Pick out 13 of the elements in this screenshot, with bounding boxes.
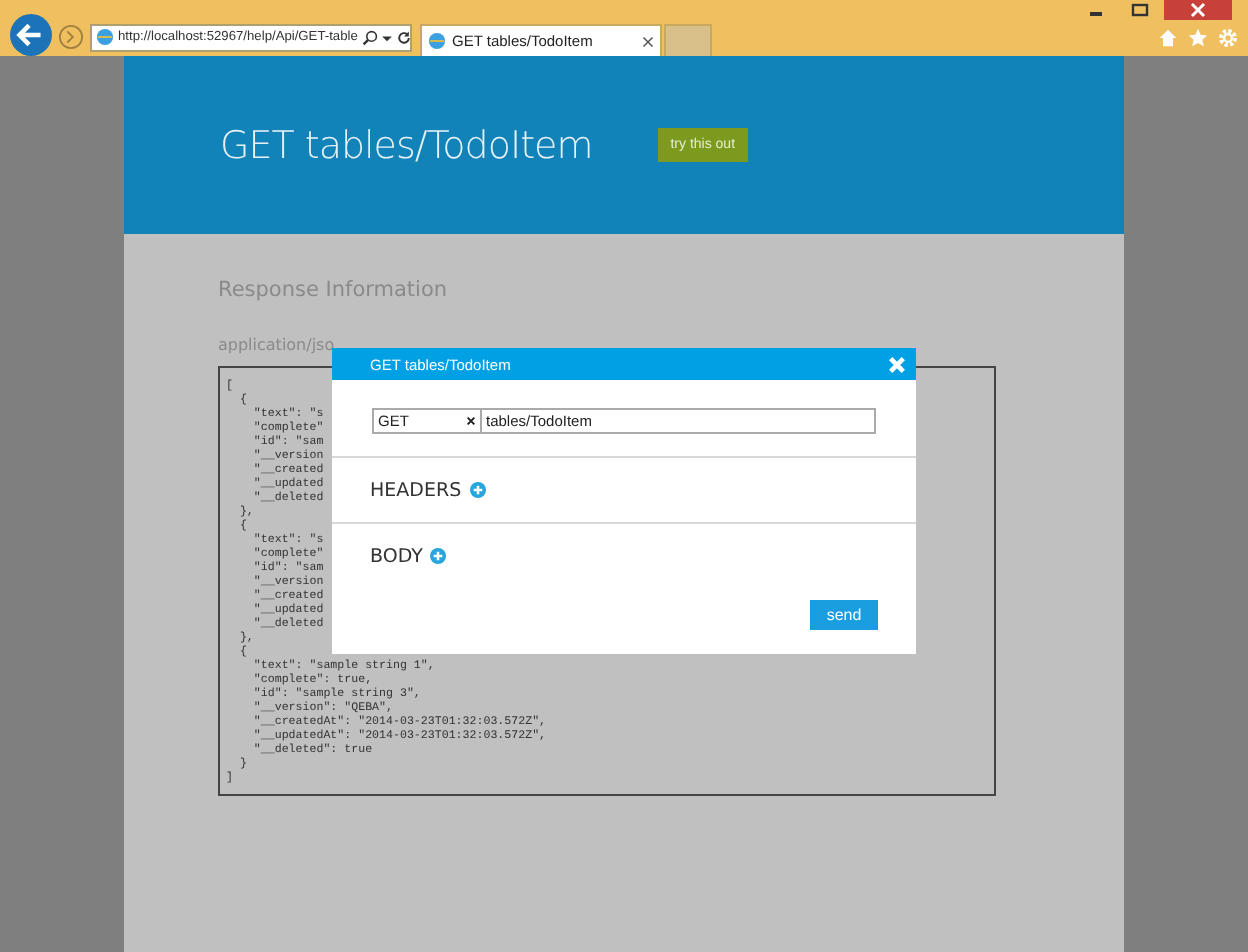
search-icon[interactable] bbox=[361, 29, 378, 45]
close-icon[interactable] bbox=[1164, 0, 1232, 20]
section-label: HEADERS bbox=[370, 479, 462, 501]
back-icon[interactable] bbox=[10, 13, 52, 55]
star-icon[interactable] bbox=[1188, 27, 1208, 47]
add-icon[interactable] bbox=[430, 548, 447, 564]
globe-icon bbox=[428, 32, 446, 50]
close-icon[interactable] bbox=[642, 35, 654, 47]
page-title: GET tables/TodoItem bbox=[220, 123, 593, 167]
refresh-icon[interactable] bbox=[395, 29, 412, 45]
add-icon[interactable] bbox=[469, 482, 486, 498]
globe-icon bbox=[96, 28, 114, 46]
section-label: BODY bbox=[370, 545, 423, 567]
